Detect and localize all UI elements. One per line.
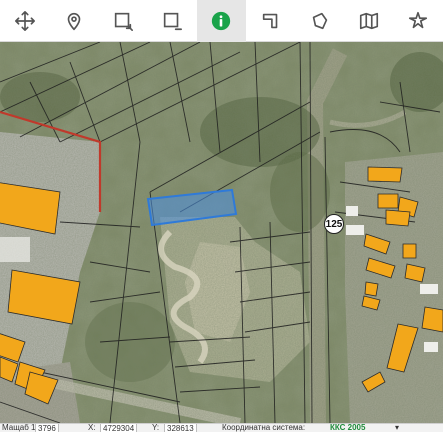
pan-button[interactable] xyxy=(394,0,443,42)
satellite-imagery xyxy=(0,42,443,423)
y-coord-label: Y: xyxy=(152,423,160,432)
road-number-badge: 125 xyxy=(324,214,344,234)
info-tool-button[interactable] xyxy=(196,0,246,42)
measure-length-icon xyxy=(262,13,277,28)
zoom-out-rectangle-icon xyxy=(163,12,183,30)
info-icon xyxy=(212,11,231,30)
measure-length-button[interactable] xyxy=(246,0,295,42)
x-coord-value: 4729304 xyxy=(100,424,138,432)
zoom-in-rect-button[interactable] xyxy=(98,0,147,42)
pan-arrows-icon xyxy=(409,11,428,28)
measure-area-button[interactable] xyxy=(295,0,344,42)
status-bar: Мащаб 1: 3796 X: 4729304 Y: 328613 Коорд… xyxy=(0,423,443,432)
location-tool-button[interactable] xyxy=(49,0,98,42)
scale-value[interactable]: 3796 xyxy=(35,424,59,432)
map-layers-icon xyxy=(359,12,378,29)
crs-dropdown-icon[interactable]: ▾ xyxy=(395,424,399,432)
x-coord-label: X: xyxy=(88,423,96,432)
y-coord-value: 328613 xyxy=(164,424,197,432)
map-layers-button[interactable] xyxy=(344,0,393,42)
crs-value[interactable]: ККС 2005 xyxy=(330,424,365,432)
zoom-in-rectangle-icon xyxy=(114,12,133,31)
map-toolbar xyxy=(0,0,443,42)
crs-label: Координатна система: xyxy=(222,423,306,432)
map-view[interactable]: 125 xyxy=(0,42,443,423)
scale-label: Мащаб 1: xyxy=(2,423,38,432)
zoom-out-rect-button[interactable] xyxy=(148,0,197,42)
move-tool-button[interactable] xyxy=(0,0,49,42)
location-pin-icon xyxy=(67,12,81,30)
move-icon xyxy=(14,10,35,31)
measure-area-icon xyxy=(312,12,327,29)
